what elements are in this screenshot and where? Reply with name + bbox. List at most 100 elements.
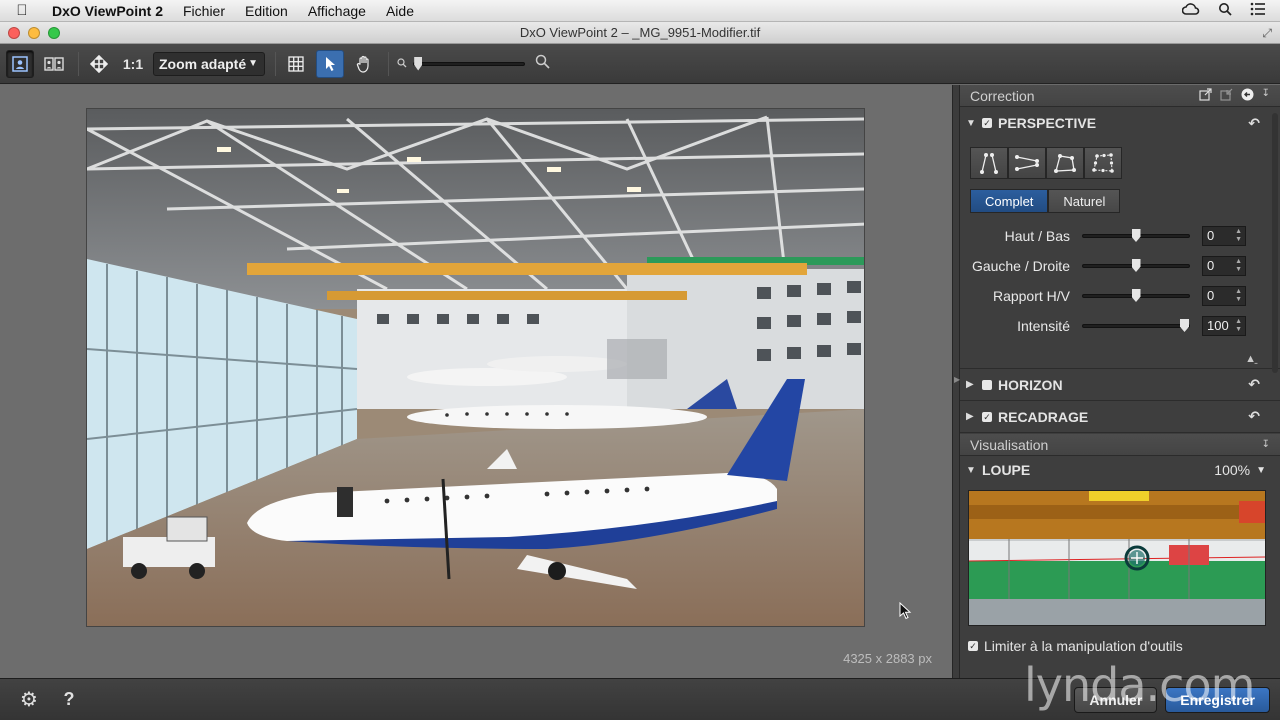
horizontal-lines-tool[interactable]: [1008, 147, 1046, 179]
hangar-photo-illustration: [87, 109, 864, 626]
limit-checkbox[interactable]: ✓: [968, 641, 978, 651]
export-preset-icon[interactable]: [1199, 87, 1212, 104]
slider-label: Gauche / Droite: [971, 258, 1070, 274]
undo-horizon-icon[interactable]: ↶: [1248, 376, 1260, 393]
collapse-section-bar: ▲̱: [960, 347, 1280, 369]
stepper-icon[interactable]: ▲ ▼: [1235, 258, 1242, 274]
zoom-slider-knob[interactable]: [414, 56, 423, 71]
gauche-droite-value-field[interactable]: 0 ▲ ▼: [1202, 256, 1246, 276]
stepper-icon[interactable]: ▲ ▼: [1235, 228, 1242, 244]
split-view-button[interactable]: [40, 50, 68, 78]
zoom-slider[interactable]: [413, 56, 525, 71]
horizon-checkbox[interactable]: [982, 379, 992, 390]
photo-aircraft-hangar[interactable]: [86, 108, 865, 627]
pin-panel-icon[interactable]: ↧: [1262, 439, 1270, 450]
expand-triangle-icon[interactable]: ▼: [966, 118, 978, 129]
save-button[interactable]: Enregistrer: [1165, 686, 1270, 713]
settings-gear-icon[interactable]: ⚙: [18, 687, 40, 712]
cancel-button[interactable]: Annuler: [1074, 686, 1158, 713]
grid-button[interactable]: [282, 50, 310, 78]
bottom-bar: ⚙ ? Annuler Enregistrer: [0, 678, 1280, 720]
reset-all-icon[interactable]: [1241, 88, 1254, 104]
slider-value: 0: [1207, 288, 1215, 303]
spotlight-search-icon[interactable]: [1218, 2, 1232, 19]
intensite-value-field[interactable]: 100 ▲ ▼: [1202, 316, 1246, 336]
visualisation-title: Visualisation: [970, 436, 1049, 453]
vertical-lines-tool[interactable]: [970, 147, 1008, 179]
single-view-button[interactable]: [6, 49, 34, 78]
haut-bas-value-field[interactable]: 0 ▲ ▼: [1202, 226, 1246, 246]
menu-affichage[interactable]: Affichage: [298, 0, 376, 22]
intensite-slider[interactable]: [1082, 319, 1190, 332]
stepper-icon[interactable]: ▲ ▼: [1235, 318, 1242, 334]
stepper-icon[interactable]: ▲ ▼: [1235, 288, 1242, 304]
recadrage-section-header[interactable]: ▶ ✓ RECADRAGE ↶: [960, 401, 1280, 433]
selection-tool-button[interactable]: [316, 49, 344, 78]
haut-bas-slider[interactable]: [1082, 229, 1190, 242]
menu-fichier[interactable]: Fichier: [173, 0, 235, 22]
menu-edition[interactable]: Edition: [235, 0, 298, 22]
slider-knob[interactable]: [1131, 289, 1141, 302]
single-view-icon: [12, 55, 28, 72]
slider-knob[interactable]: [1131, 229, 1141, 242]
horizon-section-header[interactable]: ▶ HORIZON ↶: [960, 369, 1280, 401]
image-canvas[interactable]: 4325 x 2883 px: [0, 85, 952, 678]
collapse-up-icon[interactable]: ▲̱: [1245, 353, 1256, 365]
slider-label: Rapport H/V: [992, 288, 1070, 304]
zoom-window-button[interactable]: [48, 26, 60, 39]
toolbar-separator: [78, 51, 79, 76]
limit-tools-option[interactable]: ✓ Limiter à la manipulation d'outils: [960, 638, 1280, 654]
perspective-checkbox[interactable]: ✓: [982, 118, 992, 128]
window-title-bar: DxO ViewPoint 2 – _MG_9951-Modifier.tif …: [0, 22, 1280, 44]
hand-icon: [356, 55, 369, 73]
split-view-icon: [44, 56, 64, 71]
menu-app-name[interactable]: DxO ViewPoint 2: [44, 0, 173, 22]
toolbar-separator: [275, 51, 276, 76]
fullscreen-icon[interactable]: ⤢: [1262, 26, 1272, 41]
close-window-button[interactable]: [8, 26, 20, 39]
notification-list-icon[interactable]: [1250, 2, 1266, 19]
slider-row-haut-bas: Haut / Bas 0 ▲ ▼: [960, 221, 1280, 251]
zoom-out-small-icon: [397, 55, 407, 73]
zoom-select[interactable]: Zoom adapté ▼: [153, 51, 265, 76]
import-preset-icon[interactable]: [1220, 88, 1233, 104]
loupe-section-header[interactable]: ▼ LOUPE 100% ▼: [960, 456, 1280, 484]
apple-menu-icon[interactable]: : [0, 2, 44, 19]
collapsed-triangle-icon[interactable]: ▶: [966, 411, 978, 422]
slider-knob[interactable]: [1180, 319, 1189, 332]
hand-tool-button[interactable]: [350, 50, 378, 78]
panel-scrollbar[interactable]: [1272, 113, 1278, 373]
loupe-zoom-value[interactable]: 100%: [1214, 462, 1250, 478]
zoom-in-icon: [535, 54, 550, 74]
loupe-preview[interactable]: [968, 490, 1266, 626]
toolbar-separator: [388, 51, 389, 76]
pin-panel-icon[interactable]: ↧: [1262, 88, 1270, 104]
perspective-mode-toggle: Complet Naturel: [970, 189, 1280, 213]
gauche-droite-slider[interactable]: [1082, 259, 1190, 272]
recadrage-checkbox[interactable]: ✓: [982, 411, 992, 422]
rapport-hv-slider[interactable]: [1082, 289, 1190, 302]
mode-naturel-button[interactable]: Naturel: [1048, 189, 1121, 213]
rectangle-tool[interactable]: [1046, 147, 1084, 179]
rapport-hv-value-field[interactable]: 0 ▲ ▼: [1202, 286, 1246, 306]
mode-complet-button[interactable]: Complet: [970, 189, 1049, 213]
panel-splitter[interactable]: ▶: [952, 85, 960, 678]
undo-recadrage-icon[interactable]: ↶: [1248, 408, 1260, 425]
expand-triangle-icon[interactable]: ▼: [966, 465, 978, 476]
eight-point-tool[interactable]: [1084, 147, 1122, 179]
perspective-label: PERSPECTIVE: [998, 115, 1097, 131]
perspective-sliders: Haut / Bas 0 ▲ ▼ Gauche / Droite 0 ▲ ▼ Rappo…: [960, 221, 1280, 341]
undo-perspective-icon[interactable]: ↶: [1248, 115, 1260, 132]
minimize-window-button[interactable]: [28, 26, 40, 39]
collapsed-triangle-icon[interactable]: ▶: [966, 379, 978, 390]
zoom-1-1-button[interactable]: 1:1: [119, 50, 147, 78]
creative-cloud-icon[interactable]: [1181, 2, 1200, 19]
slider-knob[interactable]: [1131, 259, 1141, 272]
menu-aide[interactable]: Aide: [376, 0, 424, 22]
chevron-down-icon[interactable]: ▼: [1256, 465, 1266, 476]
slider-value: 0: [1207, 258, 1215, 273]
help-question-icon[interactable]: ?: [58, 689, 80, 710]
pan-move-button[interactable]: [85, 50, 113, 78]
perspective-section-header[interactable]: ▼ ✓ PERSPECTIVE ↶: [960, 107, 1280, 139]
window-title: DxO ViewPoint 2 – _MG_9951-Modifier.tif: [519, 25, 761, 40]
